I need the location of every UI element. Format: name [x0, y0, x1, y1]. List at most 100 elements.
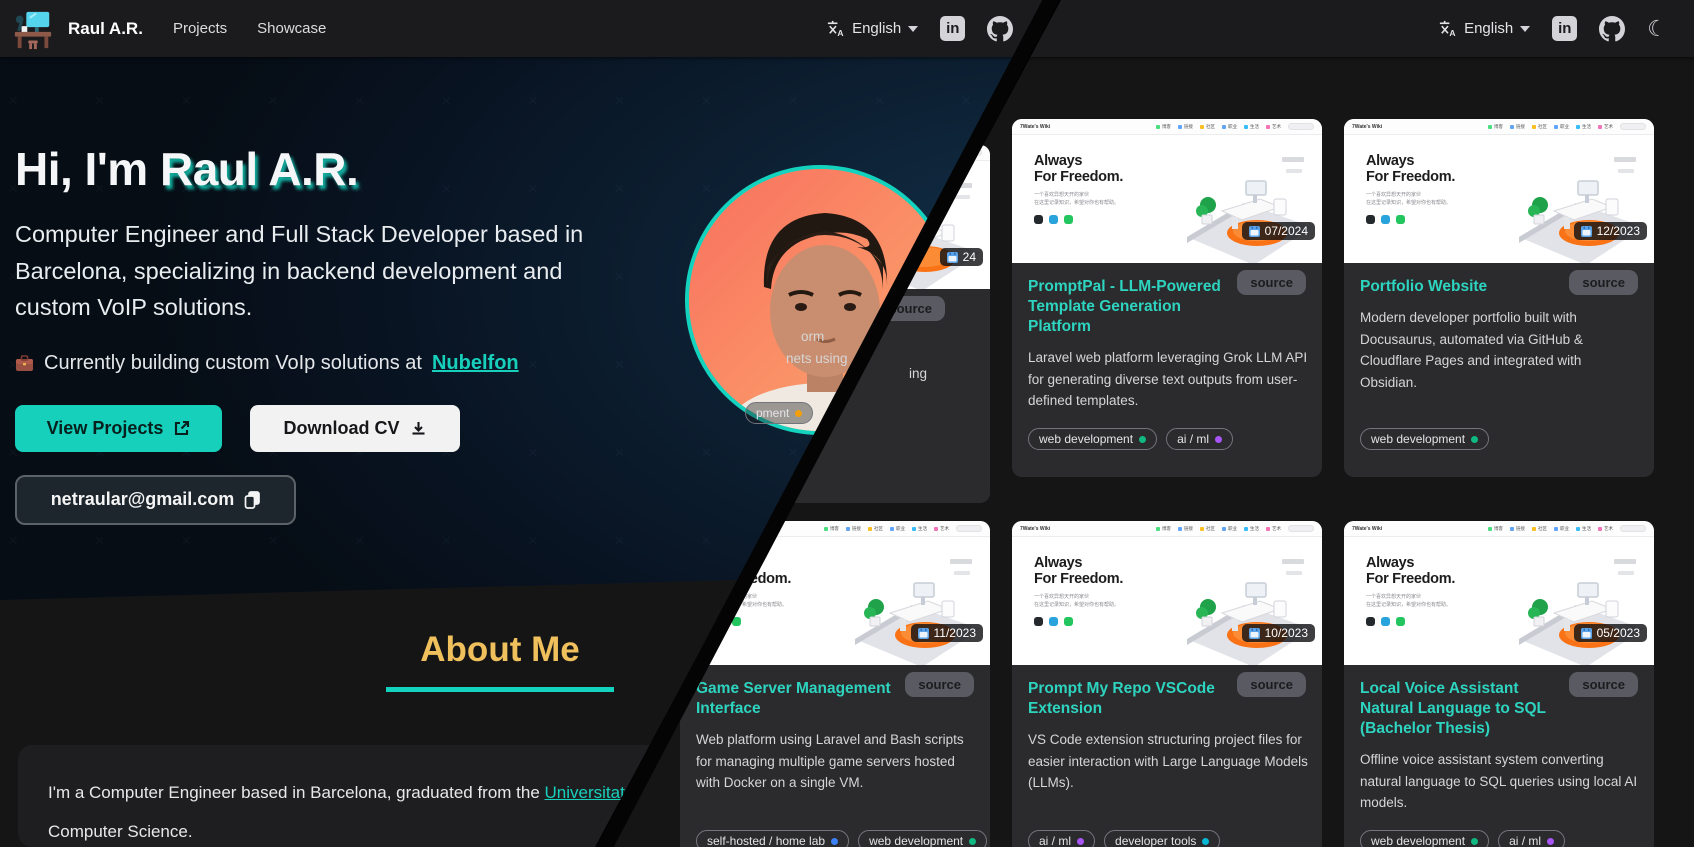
date-badge: 05/2023 — [1574, 624, 1647, 642]
project-tag[interactable]: web development — [858, 830, 987, 847]
briefcase-icon — [15, 355, 34, 372]
date-badge: 11/2023 — [911, 624, 984, 642]
language-selector[interactable]: A English — [1438, 19, 1530, 38]
svg-text:A: A — [1449, 28, 1455, 38]
project-title[interactable]: Portfolio Website — [1360, 277, 1566, 297]
theme-toggle-moon-icon[interactable]: ☾ — [1647, 18, 1667, 40]
translate-icon: A — [1438, 19, 1457, 38]
source-button[interactable]: source — [905, 672, 974, 697]
thumb-calendar-chip — [1049, 617, 1058, 626]
thumb-hero-subtitle: 一个喜欢异想天开的家伙在这里记录知识，希望对你也有帮助。 — [1366, 593, 1494, 609]
copy-icon — [244, 491, 260, 509]
project-card[interactable]: 7Wate's Wiki 博客 链接 社区 职业 生活 艺术 AlwaysFor… — [1012, 119, 1322, 477]
nav-link-showcase[interactable]: Showcase — [257, 20, 326, 37]
tag-dot — [1471, 436, 1478, 443]
tag-dot — [795, 410, 802, 417]
clipped-text-fragment: orm — [801, 329, 824, 344]
project-title[interactable]: PromptPal - LLM-Powered Template Generat… — [1028, 277, 1234, 337]
thumb-isometric-illustration — [1494, 541, 1654, 665]
thumb-wiki-title: 7Wate's Wiki — [1020, 124, 1050, 130]
project-tag[interactable]: self-hosted / home lab — [696, 830, 849, 847]
thumb-search-box — [1620, 525, 1646, 532]
github-icon[interactable] — [987, 16, 1013, 42]
source-button[interactable]: source — [1237, 672, 1306, 697]
tag-dot — [969, 838, 976, 845]
project-tag[interactable]: web development — [1360, 428, 1489, 450]
nubelfon-link[interactable]: Nubelfon — [432, 352, 519, 375]
date-badge: 12/2023 — [1574, 222, 1647, 240]
translate-icon: A — [826, 19, 845, 38]
thumb-mini-navbar: 7Wate's Wiki 博客 链接 社区 职业 生活 艺术 — [1012, 521, 1322, 537]
thumb-wechat-chip — [1064, 617, 1073, 626]
calendar-icon — [1249, 628, 1260, 639]
project-thumbnail: 7Wate's Wiki 博客 链接 社区 职业 生活 艺术 AlwaysFor… — [1012, 521, 1322, 665]
project-card[interactable]: 7Wate's Wiki 博客 链接 社区 职业 生活 艺术 AlwaysFor… — [1344, 119, 1654, 477]
thumb-calendar-chip — [717, 617, 726, 626]
thumb-search-box — [956, 525, 982, 532]
hero-description: Computer Engineer and Full Stack Develop… — [15, 216, 630, 326]
thumb-search-box — [1620, 123, 1646, 130]
thumb-calendar-chip — [1381, 215, 1390, 224]
project-title[interactable]: Game Server Management Interface — [696, 679, 902, 719]
thumb-wechat-chip — [732, 617, 741, 626]
calendar-icon — [918, 628, 929, 639]
brand-name[interactable]: Raul A.R. — [68, 19, 143, 39]
tag-dot — [1471, 838, 1478, 845]
source-button[interactable]: source — [1569, 270, 1638, 295]
thumb-wiki-title: 7Wate's Wiki — [1352, 124, 1382, 130]
external-link-icon — [173, 420, 190, 437]
clipped-tag-fragment: pment — [745, 402, 813, 424]
project-tag[interactable]: web development — [1028, 428, 1157, 450]
thumb-isometric-illustration — [1162, 139, 1322, 263]
project-tag[interactable]: ai / ml — [1166, 428, 1233, 450]
source-button[interactable]: source — [1237, 270, 1306, 295]
view-projects-button[interactable]: View Projects — [15, 405, 222, 452]
hero-heading: Hi, I'm Raul A.R. — [15, 142, 655, 196]
project-thumbnail: 7Wate's Wiki 博客 链接 社区 职业 生活 艺术 AlwaysFor… — [1344, 521, 1654, 665]
thumb-calendar-chip — [1049, 215, 1058, 224]
description-fragment: ing — [909, 366, 927, 381]
thumb-hero-title: AlwaysFor Freedom. — [1366, 153, 1494, 185]
thumb-wiki-title: 7Wate's Wiki — [1352, 526, 1382, 532]
thumb-mini-navbar: 7Wate's Wiki 博客 链接 社区 职业 生活 艺术 — [1344, 521, 1654, 537]
project-thumbnail: 7Wate's Wiki 博客 链接 社区 职业 生活 艺术 AlwaysFor… — [1012, 119, 1322, 263]
project-card[interactable]: 7Wate's Wiki 博客 链接 社区 职业 生活 艺术 AlwaysFor… — [1012, 521, 1322, 847]
calendar-icon — [947, 252, 958, 263]
language-selector[interactable]: A English — [826, 19, 918, 38]
tag-dot — [1077, 838, 1084, 845]
project-title[interactable]: Prompt My Repo VSCode Extension — [1028, 679, 1234, 719]
source-button[interactable]: source — [1569, 672, 1638, 697]
tag-dot — [1215, 436, 1222, 443]
project-description: Web platform using Laravel and Bash scri… — [696, 729, 976, 794]
nav-link-projects[interactable]: Projects — [173, 20, 227, 37]
project-tag[interactable]: ai / ml — [1028, 830, 1095, 847]
site-logo-icon[interactable] — [12, 8, 54, 50]
github-icon[interactable] — [1599, 16, 1625, 42]
project-tag[interactable]: ai / ml — [1498, 830, 1565, 847]
thumb-github-chip — [1366, 617, 1375, 626]
download-icon — [410, 420, 427, 437]
thumb-hero-title: AlwaysFor Freedom. — [1366, 555, 1494, 587]
linkedin-icon[interactable]: in — [940, 16, 965, 41]
email-copy-button[interactable]: netraular@gmail.com — [15, 475, 296, 525]
project-tag[interactable]: developer tools — [1104, 830, 1220, 847]
tag-dot — [1547, 838, 1554, 845]
about-title-underline — [386, 687, 614, 692]
thumb-isometric-illustration — [1162, 541, 1322, 665]
linkedin-icon[interactable]: in — [1552, 16, 1577, 41]
university-link[interactable]: Universitat — [545, 783, 625, 802]
project-card[interactable]: 7Wate's Wiki 博客 链接 社区 职业 生活 艺术 AlwaysFor… — [1344, 521, 1654, 847]
project-tag[interactable]: web development — [1360, 830, 1489, 847]
date-badge: 10/2023 — [1242, 624, 1315, 642]
clipped-text-fragment: nets using — [786, 351, 848, 366]
thumb-calendar-chip — [1381, 617, 1390, 626]
thumb-hero-subtitle: 一个喜欢异想天开的家伙在这里记录知识，希望对你也有帮助。 — [1034, 191, 1162, 207]
project-title[interactable]: Local Voice Assistant Natural Language t… — [1360, 679, 1566, 739]
chevron-down-icon — [908, 26, 918, 32]
thumb-hero-title: AlwaysFor Freedom. — [1034, 555, 1162, 587]
chevron-down-icon — [1520, 26, 1530, 32]
thumb-hero-title: AlwaysFor Freedom. — [1034, 153, 1162, 185]
download-cv-button[interactable]: Download CV — [250, 405, 460, 452]
thumb-isometric-illustration — [830, 541, 990, 665]
project-description: Modern developer portfolio built with Do… — [1360, 307, 1640, 393]
